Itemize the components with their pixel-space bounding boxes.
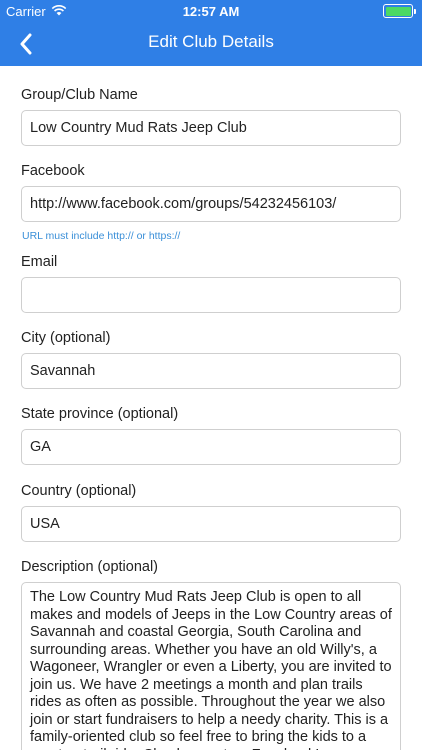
state-input[interactable]: GA [21,429,401,465]
email-label: Email [21,254,58,270]
email-input[interactable] [21,277,401,313]
battery-icon [383,4,413,18]
club-name-label: Group/Club Name [21,87,138,103]
facebook-label: Facebook [21,163,85,179]
page-title: Edit Club Details [148,32,274,51]
city-input[interactable]: Savannah [21,353,401,389]
city-label: City (optional) [21,330,111,346]
nav-bar: Edit Club Details [0,22,422,66]
status-right [383,4,416,18]
edit-club-form: Group/Club Name Low Country Mud Rats Jee… [0,66,422,750]
state-label: State province (optional) [21,406,179,422]
country-input[interactable]: USA [21,506,401,542]
description-textarea[interactable]: The Low Country Mud Rats Jeep Club is op… [21,582,401,750]
club-name-input[interactable]: Low Country Mud Rats Jeep Club [21,110,401,146]
facebook-input[interactable]: http://www.facebook.com/groups/542324561… [21,186,401,222]
battery-level [385,6,411,16]
facebook-hint: URL must include http:// or https:// [22,230,181,242]
description-label: Description (optional) [21,559,159,575]
battery-tip [414,8,416,14]
header: Carrier 12:57 AM Edit Club Details [0,0,422,66]
status-time: 12:57 AM [182,4,240,19]
country-label: Country (optional) [21,483,137,499]
status-bar: Carrier 12:57 AM [0,0,422,22]
